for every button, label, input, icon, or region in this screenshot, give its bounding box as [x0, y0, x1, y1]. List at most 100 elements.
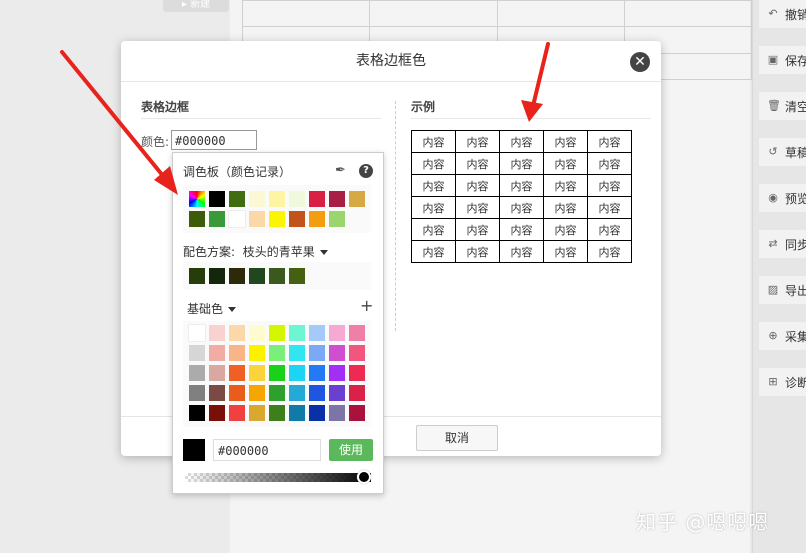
basic-swatch[interactable]: [309, 365, 325, 381]
sample-cell: 内容: [411, 174, 456, 197]
basic-swatch[interactable]: [189, 405, 205, 421]
basic-swatch[interactable]: [309, 385, 325, 401]
basic-color-grid: [183, 321, 371, 427]
basic-swatch[interactable]: [229, 325, 245, 341]
history-swatch[interactable]: [209, 191, 225, 207]
sidebar-item-6[interactable]: ▨ 导出: [759, 276, 806, 304]
use-button[interactable]: 使用: [329, 439, 373, 461]
basic-swatch[interactable]: [349, 325, 365, 341]
basic-swatch[interactable]: [249, 345, 265, 361]
alpha-slider[interactable]: [185, 473, 371, 482]
basic-swatch[interactable]: [269, 325, 285, 341]
sample-cell: 内容: [587, 130, 632, 153]
basic-swatch[interactable]: [309, 325, 325, 341]
sample-table: 内容 内容 内容 内容 内容 内容 内容 内容 内容 内容 内容 内容 内容 内容 内容 内容 内容 内容 内容 内容…: [411, 130, 632, 263]
basic-swatch[interactable]: [249, 405, 265, 421]
alpha-slider-handle[interactable]: [357, 470, 371, 484]
sidebar-item-8[interactable]: ⊞ 诊断: [759, 368, 806, 396]
basic-swatch[interactable]: [349, 345, 365, 361]
basic-swatch[interactable]: [249, 385, 265, 401]
basic-swatch[interactable]: [189, 365, 205, 381]
sidebar-item-label: 预览: [784, 191, 806, 206]
hex-input[interactable]: #000000: [213, 439, 321, 461]
close-icon[interactable]: ✕: [630, 52, 650, 72]
scheme-swatch[interactable]: [269, 268, 285, 284]
basic-swatch[interactable]: [269, 345, 285, 361]
basic-swatch[interactable]: [289, 405, 305, 421]
basic-swatch[interactable]: [289, 385, 305, 401]
basic-swatch[interactable]: [229, 405, 245, 421]
sidebar-item-2[interactable]: 🗑 清空: [759, 92, 806, 120]
basic-swatch[interactable]: [269, 385, 285, 401]
basic-swatch[interactable]: [229, 345, 245, 361]
basic-swatch[interactable]: [189, 385, 205, 401]
custom-color-swatch[interactable]: [189, 191, 205, 207]
basic-swatch[interactable]: [209, 385, 225, 401]
scheme-swatch[interactable]: [209, 268, 225, 284]
sidebar-item-label: 导出: [784, 283, 806, 298]
basic-swatch[interactable]: [249, 365, 265, 381]
basic-swatch[interactable]: [209, 405, 225, 421]
history-swatch[interactable]: [209, 211, 225, 227]
basic-swatch[interactable]: [349, 365, 365, 381]
color-field[interactable]: #000000: [171, 130, 257, 150]
history-swatch[interactable]: [269, 191, 285, 207]
basic-swatch[interactable]: [269, 405, 285, 421]
sidebar-item-3[interactable]: ↺ 草稿: [759, 138, 806, 166]
history-swatch[interactable]: [289, 191, 305, 207]
basic-swatch[interactable]: [229, 385, 245, 401]
history-swatch[interactable]: [309, 191, 325, 207]
color-scheme-selector[interactable]: 配色方案: 枝头的青苹果: [183, 243, 328, 260]
history-swatch[interactable]: [309, 211, 325, 227]
basic-swatch[interactable]: [309, 345, 325, 361]
sample-cell: 内容: [499, 218, 544, 241]
basic-swatch[interactable]: [329, 405, 345, 421]
basic-swatch[interactable]: [188, 324, 206, 342]
basic-swatch[interactable]: [249, 325, 265, 341]
sidebar-item-7[interactable]: ⊕ 采集: [759, 322, 806, 350]
history-swatch[interactable]: [228, 210, 246, 228]
basic-swatch[interactable]: [229, 365, 245, 381]
sidebar-item-0[interactable]: ↶ 撤销: [759, 0, 806, 28]
sidebar-item-5[interactable]: ⇄ 同步: [759, 230, 806, 258]
history-swatch[interactable]: [229, 191, 245, 207]
basic-swatch[interactable]: [289, 325, 305, 341]
sample-cell: 内容: [543, 152, 588, 175]
basic-swatch[interactable]: [329, 385, 345, 401]
help-icon[interactable]: ?: [359, 164, 373, 178]
basic-swatch[interactable]: [329, 365, 345, 381]
basic-colors-selector[interactable]: 基础色: [187, 300, 237, 317]
history-swatch[interactable]: [349, 191, 365, 207]
basic-swatch[interactable]: [269, 365, 285, 381]
basic-swatch[interactable]: [209, 325, 225, 341]
scheme-swatch[interactable]: [189, 268, 205, 284]
cancel-button[interactable]: 取消: [416, 425, 498, 451]
eyedropper-icon[interactable]: ✒: [335, 163, 346, 178]
history-swatch[interactable]: [189, 211, 205, 227]
scheme-swatch[interactable]: [229, 268, 245, 284]
scheme-swatch[interactable]: [289, 268, 305, 284]
history-swatch[interactable]: [249, 191, 265, 207]
basic-swatch[interactable]: [289, 365, 305, 381]
sidebar-item-1[interactable]: ▣ 保存: [759, 46, 806, 74]
basic-swatch[interactable]: [349, 405, 365, 421]
current-color-preview: [183, 439, 205, 461]
basic-swatch[interactable]: [349, 385, 365, 401]
basic-swatch[interactable]: [209, 345, 225, 361]
history-swatch[interactable]: [329, 191, 345, 207]
sidebar-item-4[interactable]: ◉ 预览: [759, 184, 806, 212]
history-swatch[interactable]: [329, 211, 345, 227]
history-swatch[interactable]: [249, 211, 265, 227]
basic-swatch[interactable]: [309, 405, 325, 421]
basic-swatch[interactable]: [289, 345, 305, 361]
history-swatch[interactable]: [289, 211, 305, 227]
scheme-swatch[interactable]: [249, 268, 265, 284]
basic-swatch[interactable]: [329, 325, 345, 341]
add-color-icon[interactable]: +: [360, 296, 373, 315]
basic-swatch[interactable]: [189, 345, 205, 361]
basic-swatch[interactable]: [329, 345, 345, 361]
top-button[interactable]: ▸ 新建: [163, 0, 229, 12]
basic-swatch[interactable]: [209, 365, 225, 381]
history-swatch[interactable]: [269, 211, 285, 227]
sample-cell: 内容: [587, 174, 632, 197]
